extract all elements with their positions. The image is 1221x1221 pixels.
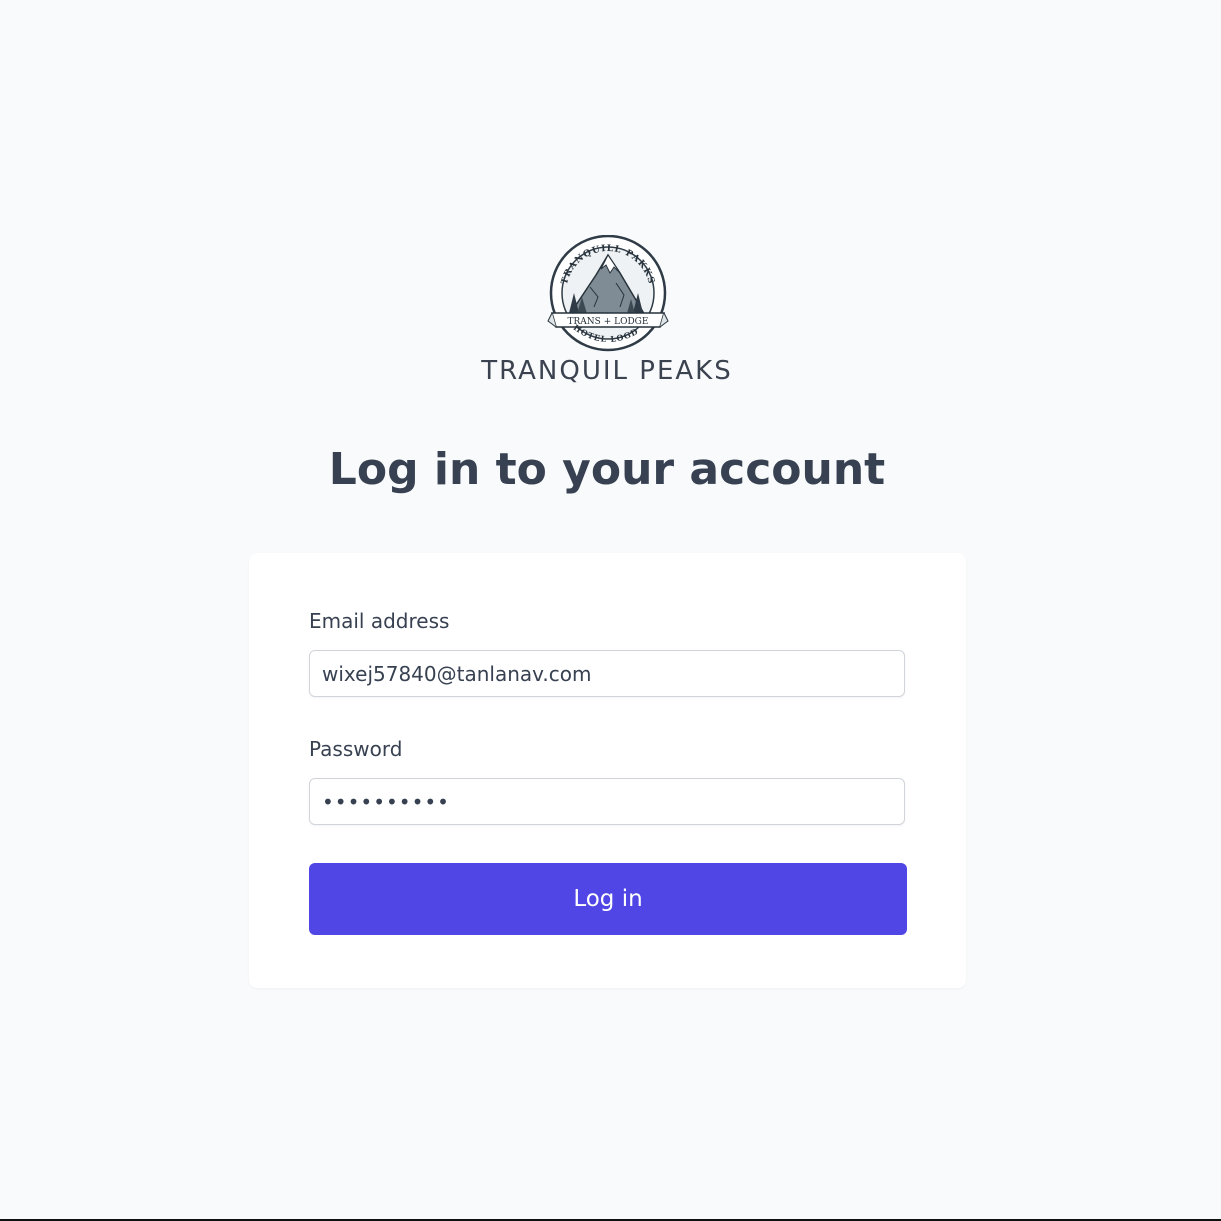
password-label: Password	[309, 737, 403, 761]
mountain-emblem-icon: TRANS + LODGE TRANQUILL PAKKS HOTEL LOGD…	[542, 227, 669, 352]
password-field[interactable]	[309, 778, 905, 825]
email-field[interactable]	[309, 650, 905, 697]
login-card: Email address Password Log in	[249, 553, 966, 988]
brand-name: TRANQUIL PEAKS	[481, 356, 733, 386]
email-label: Email address	[309, 609, 450, 633]
login-button[interactable]: Log in	[309, 863, 907, 935]
brand-logo: TRANS + LODGE TRANQUILL PAKKS HOTEL LOGD…	[542, 227, 670, 353]
page-title: Log in to your account	[328, 444, 886, 495]
